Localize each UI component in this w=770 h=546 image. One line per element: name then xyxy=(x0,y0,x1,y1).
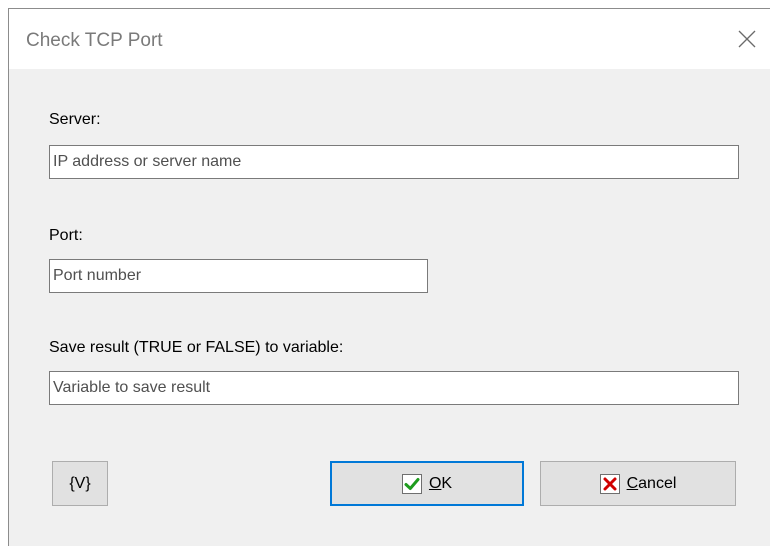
checkmark-icon xyxy=(401,473,422,494)
title-bar: Check TCP Port xyxy=(9,9,770,69)
port-label: Port: xyxy=(49,227,83,244)
result-variable-input[interactable] xyxy=(49,371,739,405)
insert-variable-button[interactable]: {V} xyxy=(52,461,108,506)
dialog-title: Check TCP Port xyxy=(26,30,163,51)
ok-label: OK xyxy=(428,474,453,492)
x-icon xyxy=(599,473,620,494)
insert-variable-label: {V} xyxy=(69,474,91,492)
port-input[interactable] xyxy=(49,259,428,293)
close-icon xyxy=(738,30,756,48)
ok-button[interactable]: OK xyxy=(330,461,524,506)
close-button[interactable] xyxy=(724,9,770,69)
check-tcp-port-dialog: Check TCP Port Server: Port: Save result… xyxy=(8,8,770,546)
server-input[interactable] xyxy=(49,145,739,179)
server-label: Server: xyxy=(49,111,101,128)
screen: Check TCP Port Server: Port: Save result… xyxy=(0,0,770,546)
cancel-button[interactable]: Cancel xyxy=(540,461,736,506)
save-result-label: Save result (TRUE or FALSE) to variable: xyxy=(49,339,344,356)
cancel-label: Cancel xyxy=(626,474,677,492)
